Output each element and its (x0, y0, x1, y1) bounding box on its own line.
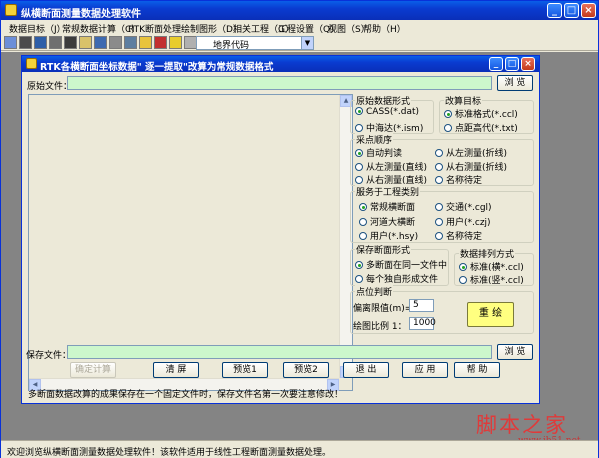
radio-point-distance[interactable]: 点距高代(*.txt) (444, 121, 518, 134)
dialog-icon (26, 58, 37, 69)
group-title: 原始数据形式 (355, 94, 412, 107)
browse-source-button[interactable]: 浏 览 (497, 75, 533, 91)
dialog-titlebar[interactable]: RTK各横断面坐标数据" 逐一提取"改算为常规数据格式 _ □ × (22, 56, 539, 73)
radio-cass[interactable]: CASS(*.dat) (355, 107, 419, 119)
crosshair-icon[interactable] (139, 36, 152, 49)
exit-button[interactable]: 退 出 (343, 362, 389, 378)
radio-right-polyline[interactable]: 从右测量(折线) (435, 160, 507, 173)
preview2-button[interactable]: 预览2 (283, 362, 329, 378)
toolbar: 地界代码 ▼ (1, 35, 598, 51)
dialog-maximize-button[interactable]: □ (505, 57, 519, 71)
radio-river[interactable]: 河道大横断 (359, 215, 415, 228)
radio-zhonghaida[interactable]: 中海达(*.ism) (355, 121, 423, 134)
radio-normal-section[interactable]: 常规横断面 (359, 200, 415, 213)
source-file-input[interactable] (67, 76, 492, 90)
browse-save-button[interactable]: 浏 览 (497, 344, 533, 360)
combo-value: 地界代码 (213, 41, 250, 51)
group-target: 改算目标 标准格式(*.ccl) 点距高代(*.txt) (439, 94, 534, 134)
chart-icon[interactable] (109, 36, 122, 49)
radio-standard[interactable]: 标准格式(*.ccl) (444, 107, 518, 120)
group-project: 服务于工程类别 常规横断面 交通(*.cgl) 河道大横断 用户(*.czj) … (350, 185, 534, 243)
radio-horizontal[interactable]: 标准(横*.ccl) (459, 260, 524, 273)
close-button[interactable]: × (581, 3, 596, 18)
group-title: 采点顺序 (355, 133, 394, 146)
group-title: 改算目标 (444, 94, 483, 107)
group-source-format: 原始数据形式 CASS(*.dat) 中海达(*.ism) (350, 94, 434, 134)
radio-right-line[interactable]: 从右测量(直线) (355, 173, 427, 186)
apply-button[interactable]: 应 用 (402, 362, 448, 378)
main-window: 纵横断面测量数据处理软件 _ □ × 数据目标（J） 常规数据计算（C） RTK… (0, 0, 599, 458)
binoculars-icon[interactable] (19, 36, 32, 49)
radio-auto[interactable]: 自动判读 (355, 146, 402, 159)
status-bar: 欢迎浏览纵横断面测量数据处理软件！该软件适用于线性工程断面测量数据处理。 (1, 440, 598, 458)
source-label: 原始文件： (27, 82, 73, 92)
disk-icon[interactable] (49, 36, 62, 49)
diamond-icon[interactable] (169, 36, 182, 49)
menu-rtk[interactable]: RTK断面处理 (128, 22, 181, 35)
save-label: 保存文件： (26, 351, 72, 361)
dialog-notice: 多断面数据改算的成果保存在一个固定文件时，保存文件名第一次要注意修改！ (28, 390, 344, 400)
help-button[interactable]: 帮 助 (454, 362, 500, 378)
grid-icon[interactable] (79, 36, 92, 49)
radio-user-czj[interactable]: 用户(*.czj) (435, 215, 491, 228)
menu-data-target[interactable]: 数据目标（J） (9, 22, 66, 35)
radio-vertical[interactable]: 标准(竖*.ccl) (459, 273, 524, 286)
ruler-icon[interactable] (124, 36, 137, 49)
radio-user-hsy[interactable]: 用户(*.hsy) (359, 229, 418, 242)
rtk-dialog: RTK各横断面坐标数据" 逐一提取"改算为常规数据格式 _ □ × 原始文件： … (21, 55, 540, 404)
dialog-close-button[interactable]: × (521, 57, 535, 71)
menu-bar: 数据目标（J） 常规数据计算（C） RTK断面处理 绘制图形（D） 相关工程（G… (1, 20, 598, 35)
scale-input[interactable]: 1000 (409, 317, 436, 330)
chevron-down-icon[interactable]: ▼ (301, 37, 313, 49)
redraw-button[interactable]: 重 绘 (467, 302, 514, 327)
app-title: 纵横断面测量数据处理软件 (21, 9, 141, 20)
watermark-title: 脚本之家 (476, 413, 568, 437)
group-title: 保存断面形式 (355, 243, 412, 256)
table-icon[interactable] (94, 36, 107, 49)
radio-same-file[interactable]: 多断面在同一文件中 (355, 258, 447, 271)
save-file-input[interactable] (67, 345, 492, 359)
group-title: 服务于工程类别 (355, 185, 421, 198)
radio-separate-files[interactable]: 每个独自形成文件 (355, 272, 438, 285)
status-text: 欢迎浏览纵横断面测量数据处理软件！该软件适用于线性工程断面测量数据处理。 (7, 448, 332, 458)
dialog-title: RTK各横断面坐标数据" 逐一提取"改算为常规数据格式 (40, 62, 274, 73)
group-title: 数据排列方式 (459, 247, 516, 260)
layer-combo[interactable]: 地界代码 ▼ (196, 36, 314, 51)
confirm-calc-button[interactable]: 确定计算 (70, 362, 116, 378)
group-save-form: 保存断面形式 多断面在同一文件中 每个独自形成文件 (350, 243, 449, 286)
app-icon (5, 4, 17, 16)
offset-label: 偏离限值(m)= (353, 304, 413, 314)
radio-name-pending[interactable]: 名称待定 (435, 173, 482, 186)
globe-icon[interactable] (64, 36, 77, 49)
dialog-minimize-button[interactable]: _ (489, 57, 503, 71)
scale-label: 绘图比例 1： (353, 322, 407, 332)
radio-left-line[interactable]: 从左测量(直线) (355, 160, 427, 173)
radio-name-pending-2[interactable]: 名称待定 (435, 229, 482, 242)
group-arrange: 数据排列方式 标准(横*.ccl) 标准(竖*.ccl) (454, 247, 534, 286)
group-title: 点位判断 (355, 285, 394, 298)
preview1-button[interactable]: 预览1 (222, 362, 268, 378)
group-judge: 点位判断 偏离限值(m)= 5 绘图比例 1： 1000 重 绘 (350, 285, 534, 334)
offset-input[interactable]: 5 (409, 299, 434, 312)
maximize-button[interactable]: □ (564, 3, 579, 18)
person-icon[interactable] (4, 36, 17, 49)
group-order: 采点顺序 自动判读 从左测量(折线) 从左测量(直线) 从右测量(折线) 从右测… (350, 133, 534, 186)
menu-help[interactable]: 帮助（H） (363, 22, 406, 35)
main-titlebar[interactable]: 纵横断面测量数据处理软件 _ □ × (1, 1, 598, 20)
minimize-button[interactable]: _ (547, 3, 562, 18)
radio-left-polyline[interactable]: 从左测量(折线) (435, 146, 507, 159)
radio-traffic[interactable]: 交通(*.cgl) (435, 200, 492, 213)
save-icon[interactable] (34, 36, 47, 49)
pencil-icon[interactable] (154, 36, 167, 49)
clear-screen-button[interactable]: 清 屏 (153, 362, 199, 378)
